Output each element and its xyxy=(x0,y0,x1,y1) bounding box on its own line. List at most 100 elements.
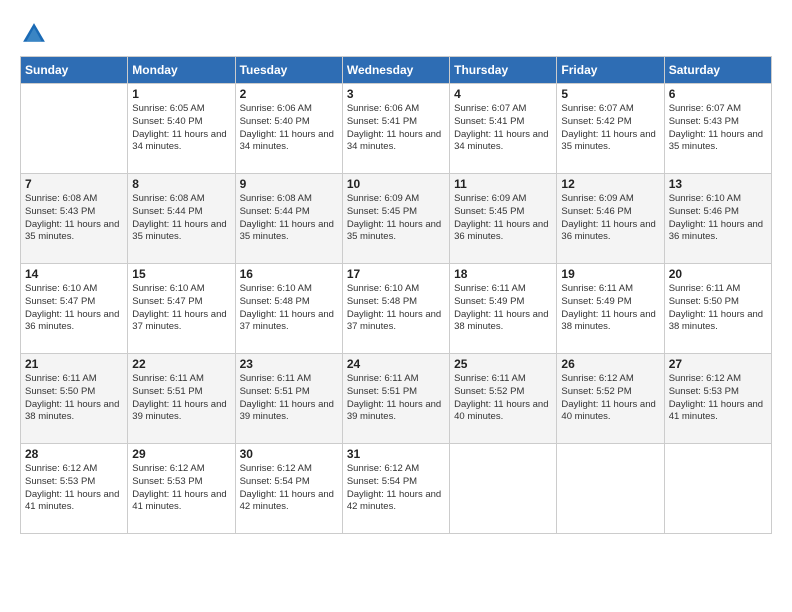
day-number: 6 xyxy=(669,87,767,101)
day-number: 16 xyxy=(240,267,338,281)
calendar-cell: 23 Sunrise: 6:11 AMSunset: 5:51 PMDayligh… xyxy=(235,354,342,444)
weekday-header: Sunday xyxy=(21,57,128,84)
calendar-cell: 15 Sunrise: 6:10 AMSunset: 5:47 PMDayligh… xyxy=(128,264,235,354)
calendar-cell: 1 Sunrise: 6:05 AMSunset: 5:40 PMDaylight… xyxy=(128,84,235,174)
day-number: 3 xyxy=(347,87,445,101)
calendar-cell: 12Sunrise: 6:09 AMSunset: 5:46 PMDayligh… xyxy=(557,174,664,264)
day-number: 20 xyxy=(669,267,767,281)
day-info: Sunrise: 6:10 AMSunset: 5:47 PMDaylight:… xyxy=(25,283,123,334)
day-info: Sunrise: 6:12 AMSunset: 5:53 PMDaylight:… xyxy=(132,463,230,514)
day-number: 14 xyxy=(25,267,123,281)
weekday-header: Tuesday xyxy=(235,57,342,84)
day-info: Sunrise: 6:06 AMSunset: 5:41 PMDaylight:… xyxy=(347,103,445,154)
calendar-cell: 4 Sunrise: 6:07 AMSunset: 5:41 PMDaylight… xyxy=(450,84,557,174)
day-number: 8 xyxy=(132,177,230,191)
calendar-cell: 14 Sunrise: 6:10 AMSunset: 5:47 PMDayligh… xyxy=(21,264,128,354)
calendar-cell xyxy=(450,444,557,534)
day-number: 15 xyxy=(132,267,230,281)
calendar-cell: 8 Sunrise: 6:08 AMSunset: 5:44 PMDaylight… xyxy=(128,174,235,264)
calendar-cell xyxy=(21,84,128,174)
day-number: 10 xyxy=(347,177,445,191)
calendar-cell: 30Sunrise: 6:12 AMSunset: 5:54 PMDayligh… xyxy=(235,444,342,534)
calendar-cell: 24Sunrise: 6:11 AMSunset: 5:51 PMDayligh… xyxy=(342,354,449,444)
calendar-cell: 26 Sunrise: 6:12 AMSunset: 5:52 PMDayligh… xyxy=(557,354,664,444)
calendar-week-row: 21 Sunrise: 6:11 AMSunset: 5:50 PMDayligh… xyxy=(21,354,772,444)
day-number: 11 xyxy=(454,177,552,191)
day-number: 27 xyxy=(669,357,767,371)
page-header xyxy=(20,20,772,48)
day-number: 23 xyxy=(240,357,338,371)
calendar-table: SundayMondayTuesdayWednesdayThursdayFrid… xyxy=(20,56,772,534)
weekday-header: Thursday xyxy=(450,57,557,84)
day-info: Sunrise: 6:09 AMSunset: 5:45 PMDaylight:… xyxy=(454,193,552,244)
day-info: Sunrise: 6:10 AMSunset: 5:46 PMDaylight:… xyxy=(669,193,767,244)
day-info: Sunrise: 6:09 AMSunset: 5:46 PMDaylight:… xyxy=(561,193,659,244)
calendar-cell: 11 Sunrise: 6:09 AMSunset: 5:45 PMDayligh… xyxy=(450,174,557,264)
calendar-cell xyxy=(664,444,771,534)
calendar-cell: 25 Sunrise: 6:11 AMSunset: 5:52 PMDayligh… xyxy=(450,354,557,444)
day-number: 9 xyxy=(240,177,338,191)
day-number: 7 xyxy=(25,177,123,191)
day-info: Sunrise: 6:11 AMSunset: 5:51 PMDaylight:… xyxy=(240,373,338,424)
day-info: Sunrise: 6:11 AMSunset: 5:50 PMDaylight:… xyxy=(25,373,123,424)
day-number: 26 xyxy=(561,357,659,371)
weekday-header: Monday xyxy=(128,57,235,84)
day-info: Sunrise: 6:10 AMSunset: 5:48 PMDaylight:… xyxy=(347,283,445,334)
day-info: Sunrise: 6:11 AMSunset: 5:51 PMDaylight:… xyxy=(132,373,230,424)
day-info: Sunrise: 6:08 AMSunset: 5:44 PMDaylight:… xyxy=(240,193,338,244)
day-info: Sunrise: 6:06 AMSunset: 5:40 PMDaylight:… xyxy=(240,103,338,154)
calendar-week-row: 1 Sunrise: 6:05 AMSunset: 5:40 PMDaylight… xyxy=(21,84,772,174)
day-info: Sunrise: 6:12 AMSunset: 5:54 PMDaylight:… xyxy=(240,463,338,514)
day-info: Sunrise: 6:07 AMSunset: 5:42 PMDaylight:… xyxy=(561,103,659,154)
weekday-header: Friday xyxy=(557,57,664,84)
day-number: 22 xyxy=(132,357,230,371)
weekday-header: Wednesday xyxy=(342,57,449,84)
day-info: Sunrise: 6:11 AMSunset: 5:49 PMDaylight:… xyxy=(561,283,659,334)
day-info: Sunrise: 6:12 AMSunset: 5:54 PMDaylight:… xyxy=(347,463,445,514)
day-number: 21 xyxy=(25,357,123,371)
calendar-week-row: 28 Sunrise: 6:12 AMSunset: 5:53 PMDayligh… xyxy=(21,444,772,534)
day-number: 18 xyxy=(454,267,552,281)
day-number: 5 xyxy=(561,87,659,101)
calendar-cell: 3 Sunrise: 6:06 AMSunset: 5:41 PMDaylight… xyxy=(342,84,449,174)
calendar-cell: 22 Sunrise: 6:11 AMSunset: 5:51 PMDayligh… xyxy=(128,354,235,444)
day-info: Sunrise: 6:10 AMSunset: 5:48 PMDaylight:… xyxy=(240,283,338,334)
day-number: 2 xyxy=(240,87,338,101)
calendar-cell: 7 Sunrise: 6:08 AMSunset: 5:43 PMDaylight… xyxy=(21,174,128,264)
day-number: 25 xyxy=(454,357,552,371)
calendar-cell: 6Sunrise: 6:07 AMSunset: 5:43 PMDaylight… xyxy=(664,84,771,174)
calendar-week-row: 7 Sunrise: 6:08 AMSunset: 5:43 PMDaylight… xyxy=(21,174,772,264)
calendar-cell: 10 Sunrise: 6:09 AMSunset: 5:45 PMDayligh… xyxy=(342,174,449,264)
calendar-cell: 27Sunrise: 6:12 AMSunset: 5:53 PMDayligh… xyxy=(664,354,771,444)
calendar-cell: 31 Sunrise: 6:12 AMSunset: 5:54 PMDayligh… xyxy=(342,444,449,534)
calendar-cell: 29 Sunrise: 6:12 AMSunset: 5:53 PMDayligh… xyxy=(128,444,235,534)
day-info: Sunrise: 6:11 AMSunset: 5:51 PMDaylight:… xyxy=(347,373,445,424)
day-info: Sunrise: 6:08 AMSunset: 5:43 PMDaylight:… xyxy=(25,193,123,244)
day-number: 28 xyxy=(25,447,123,461)
day-number: 29 xyxy=(132,447,230,461)
calendar-cell: 9 Sunrise: 6:08 AMSunset: 5:44 PMDaylight… xyxy=(235,174,342,264)
day-number: 4 xyxy=(454,87,552,101)
calendar-cell: 17 Sunrise: 6:10 AMSunset: 5:48 PMDayligh… xyxy=(342,264,449,354)
day-info: Sunrise: 6:12 AMSunset: 5:52 PMDaylight:… xyxy=(561,373,659,424)
calendar-cell: 18 Sunrise: 6:11 AMSunset: 5:49 PMDayligh… xyxy=(450,264,557,354)
logo-icon xyxy=(20,20,48,48)
calendar-cell: 21 Sunrise: 6:11 AMSunset: 5:50 PMDayligh… xyxy=(21,354,128,444)
calendar-cell: 13Sunrise: 6:10 AMSunset: 5:46 PMDayligh… xyxy=(664,174,771,264)
day-info: Sunrise: 6:09 AMSunset: 5:45 PMDaylight:… xyxy=(347,193,445,244)
day-info: Sunrise: 6:08 AMSunset: 5:44 PMDaylight:… xyxy=(132,193,230,244)
day-number: 17 xyxy=(347,267,445,281)
day-info: Sunrise: 6:11 AMSunset: 5:50 PMDaylight:… xyxy=(669,283,767,334)
day-info: Sunrise: 6:12 AMSunset: 5:53 PMDaylight:… xyxy=(25,463,123,514)
day-info: Sunrise: 6:10 AMSunset: 5:47 PMDaylight:… xyxy=(132,283,230,334)
day-number: 1 xyxy=(132,87,230,101)
day-info: Sunrise: 6:07 AMSunset: 5:41 PMDaylight:… xyxy=(454,103,552,154)
day-info: Sunrise: 6:05 AMSunset: 5:40 PMDaylight:… xyxy=(132,103,230,154)
day-number: 31 xyxy=(347,447,445,461)
calendar-cell xyxy=(557,444,664,534)
day-info: Sunrise: 6:11 AMSunset: 5:52 PMDaylight:… xyxy=(454,373,552,424)
day-info: Sunrise: 6:11 AMSunset: 5:49 PMDaylight:… xyxy=(454,283,552,334)
logo xyxy=(20,20,52,48)
calendar-cell: 2 Sunrise: 6:06 AMSunset: 5:40 PMDaylight… xyxy=(235,84,342,174)
calendar-cell: 19Sunrise: 6:11 AMSunset: 5:49 PMDayligh… xyxy=(557,264,664,354)
